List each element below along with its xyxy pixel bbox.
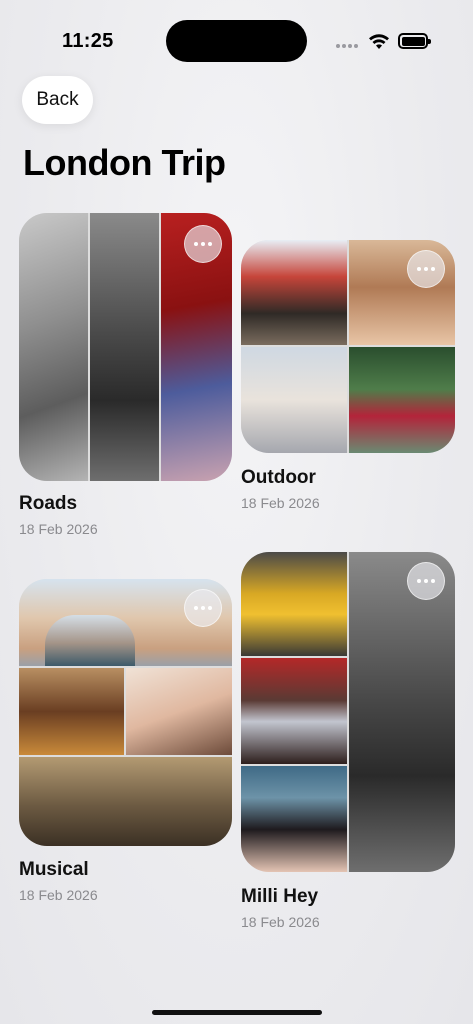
dynamic-island — [166, 20, 307, 62]
photo-thumbnail — [19, 668, 124, 755]
photo-thumbnail — [126, 668, 232, 755]
photo-thumbnail — [241, 240, 347, 345]
signal-icon — [336, 44, 360, 50]
home-indicator — [152, 1010, 322, 1015]
photo-thumbnail — [241, 347, 347, 453]
photo-thumbnail — [241, 658, 347, 764]
more-icon[interactable] — [184, 225, 222, 263]
more-icon[interactable] — [184, 589, 222, 627]
more-icon[interactable] — [407, 250, 445, 288]
album-title-milli-hey: Milli Hey — [241, 886, 319, 907]
photo-thumbnail — [19, 757, 232, 846]
album-title-musical: Musical — [19, 859, 89, 880]
album-cover-outdoor[interactable] — [241, 240, 455, 453]
wifi-icon — [369, 34, 389, 49]
photo-thumbnail — [90, 213, 159, 481]
photo-thumbnail — [241, 552, 347, 656]
photo-thumbnail — [19, 213, 88, 481]
album-title-outdoor: Outdoor — [241, 467, 316, 488]
photo-thumbnail — [349, 552, 455, 872]
album-date-milli-hey: 18 Feb 2026 — [241, 914, 320, 930]
album-cover-musical[interactable] — [19, 579, 232, 846]
page-title: London Trip — [23, 142, 226, 183]
battery-icon — [398, 33, 431, 49]
album-date-roads: 18 Feb 2026 — [19, 521, 98, 537]
album-cover-roads[interactable] — [19, 213, 232, 481]
more-icon[interactable] — [407, 562, 445, 600]
status-time: 11:25 — [62, 30, 114, 52]
photo-thumbnail — [45, 615, 135, 666]
photo-thumbnail — [241, 766, 347, 872]
status-bar: 11:25 — [0, 0, 473, 80]
album-title-roads: Roads — [19, 493, 78, 514]
back-button[interactable]: Back — [22, 76, 93, 124]
album-cover-milli-hey[interactable] — [241, 552, 455, 872]
album-date-musical: 18 Feb 2026 — [19, 887, 98, 903]
album-date-outdoor: 18 Feb 2026 — [241, 495, 320, 511]
photo-thumbnail — [349, 347, 455, 453]
